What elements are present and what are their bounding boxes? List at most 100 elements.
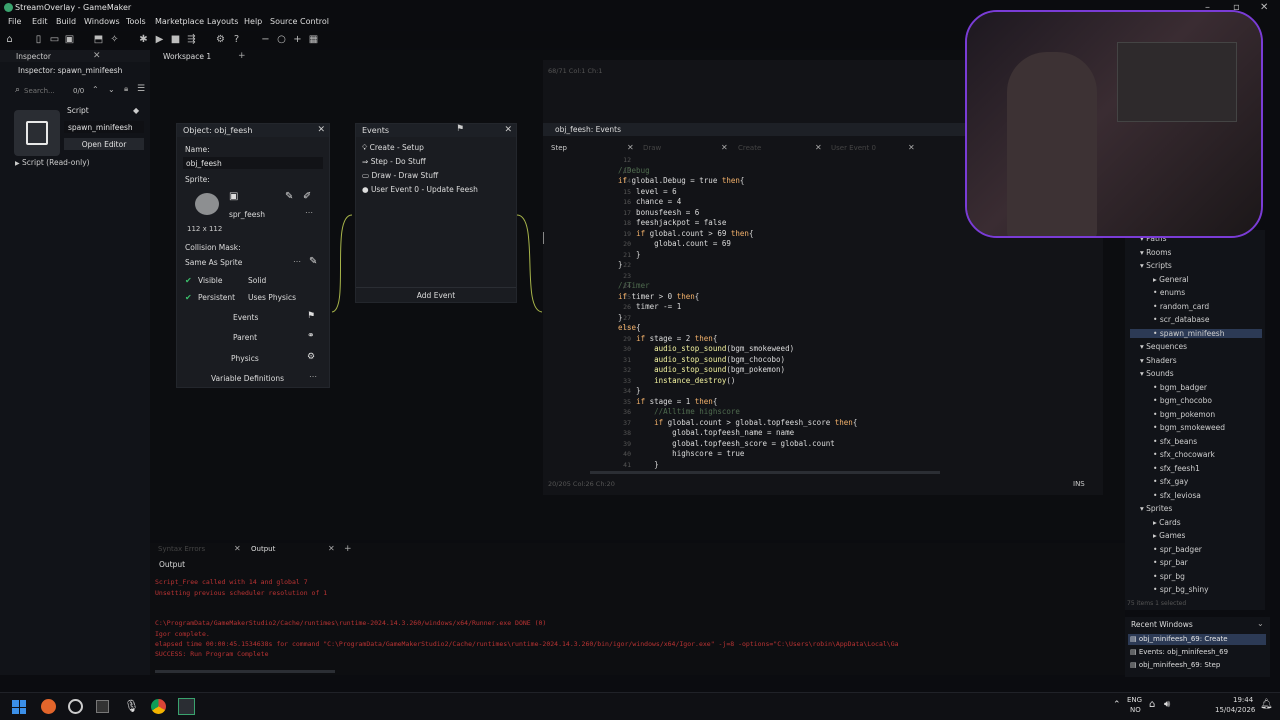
event-item-draw[interactable]: ▭ Draw - Draw Stuff <box>362 171 438 180</box>
grid-icon[interactable]: ▦ <box>308 34 319 45</box>
language-indicator[interactable]: ENG <box>1127 696 1142 704</box>
asset-item[interactable]: • sfx_gay <box>1153 477 1188 486</box>
code-line[interactable]: else{ <box>618 323 641 332</box>
events-close-icon[interactable]: ✕ <box>504 125 512 135</box>
code-line[interactable]: if global.Debug = true then{ <box>618 176 744 185</box>
gamemaker-taskbar-icon[interactable] <box>178 698 195 715</box>
debug-icon[interactable]: ✱ <box>138 34 149 45</box>
menu-layouts[interactable]: Layouts <box>207 17 238 26</box>
stop-icon[interactable]: ■ <box>170 34 181 45</box>
code-line[interactable]: chance = 4 <box>618 197 681 206</box>
asset-item[interactable]: • spr_badger <box>1153 545 1202 554</box>
uses-physics-label[interactable]: Uses Physics <box>248 293 296 302</box>
solid-label[interactable]: Solid <box>248 276 266 285</box>
asset-item[interactable]: • spr_bar <box>1153 558 1188 567</box>
clock-time[interactable]: 19:44 <box>1233 696 1253 704</box>
settings-app-icon[interactable] <box>68 699 83 714</box>
asset-item[interactable]: • enums <box>1153 288 1185 297</box>
code-line[interactable]: feeshjackpot = false <box>618 218 726 227</box>
tab-draw-close-icon[interactable]: ✕ <box>721 143 728 152</box>
asset-item[interactable]: • spr_bg_shiny <box>1153 585 1209 594</box>
parent-button[interactable]: Parent ⚭ <box>183 331 323 345</box>
asset-item[interactable]: ▸ Cards <box>1153 518 1181 527</box>
collision-edit-icon[interactable]: ✎ <box>309 256 317 267</box>
collision-menu-icon[interactable]: ⋯ <box>293 257 301 266</box>
windows-start-icon[interactable] <box>12 700 26 714</box>
tab-step[interactable]: Step <box>551 144 567 152</box>
tab-user-event-close-icon[interactable]: ✕ <box>908 143 915 152</box>
menu-windows[interactable]: Windows <box>84 17 120 26</box>
new-sprite-icon[interactable]: ▣ <box>229 191 238 202</box>
code-line[interactable]: } <box>618 260 623 269</box>
asset-item[interactable]: ▾ Sounds <box>1140 369 1174 378</box>
code-line[interactable]: timer -= 1 <box>618 302 681 311</box>
open-folder-icon[interactable]: ▭ <box>49 34 60 45</box>
tab-create-close-icon[interactable]: ✕ <box>815 143 822 152</box>
output-scrollbar[interactable] <box>155 670 335 673</box>
recent-item-2[interactable]: ▤ obj_minifeesh_69: Step <box>1130 661 1220 669</box>
run-icon[interactable]: ▶ <box>154 34 165 45</box>
lock-icon[interactable]: 🔒︎ <box>124 84 128 94</box>
code-line[interactable]: //Timer <box>618 281 650 290</box>
collision-select[interactable]: Same As Sprite <box>185 258 242 267</box>
events-button[interactable]: Events ⚑ <box>183 311 323 325</box>
create-exe-icon[interactable]: ⇶ <box>186 34 197 45</box>
clean-icon[interactable]: ✧ <box>109 34 120 45</box>
tag-icon[interactable]: ◆ <box>133 106 139 115</box>
code-line[interactable]: bonusfeesh = 6 <box>618 208 699 217</box>
add-tab-icon[interactable]: + <box>344 544 352 554</box>
close-icon[interactable]: ✕ <box>1260 2 1268 13</box>
volume-icon[interactable]: 🔊︎ <box>1164 699 1170 710</box>
asset-item[interactable]: • spr_bg <box>1153 572 1185 581</box>
event-item-step[interactable]: ⇒ Step - Do Stuff <box>362 157 426 166</box>
asset-item[interactable]: • bgm_pokemon <box>1153 410 1215 419</box>
asset-item[interactable]: ▾ Sequences <box>1140 342 1187 351</box>
sprite-menu-icon[interactable]: ⋯ <box>305 208 313 217</box>
inspector-close-icon[interactable]: ✕ <box>93 51 101 61</box>
code-line[interactable]: //Debug <box>618 166 650 175</box>
asset-item[interactable]: • sfx_chocowark <box>1153 450 1215 459</box>
tab-draw[interactable]: Draw <box>643 144 661 152</box>
code-line[interactable]: highscore = true <box>618 449 744 458</box>
output-close-icon[interactable]: ✕ <box>328 544 335 553</box>
code-line[interactable]: if global.count > global.topfeesh_score … <box>618 418 857 427</box>
tab-output[interactable]: Output <box>251 545 275 553</box>
chrome-icon[interactable] <box>151 699 166 714</box>
chevron-up-icon[interactable]: ⌃ <box>92 85 99 94</box>
pencil-icon[interactable]: ✐ <box>303 191 311 202</box>
asset-item[interactable]: • sfx_beans <box>1153 437 1197 446</box>
code-line[interactable]: } <box>618 460 659 469</box>
persistent-check-icon[interactable]: ✔ <box>185 293 192 302</box>
asset-item[interactable]: • spawn_minifeesh <box>1130 328 1262 338</box>
asset-item[interactable]: ▸ Games <box>1153 531 1185 540</box>
asset-item[interactable]: ▾ Sprites <box>1140 504 1172 513</box>
help-icon[interactable]: ? <box>231 34 242 45</box>
code-line[interactable]: if stage = 1 then{ <box>618 397 717 406</box>
code-line[interactable]: audio_stop_sound(bgm_pokemon) <box>618 365 785 374</box>
chevron-down-icon[interactable]: ⌄ <box>108 85 115 94</box>
recent-collapse-icon[interactable]: ⌄ <box>1257 619 1264 628</box>
inspector-tab[interactable]: Inspector <box>16 52 51 61</box>
tab-syntax-errors[interactable]: Syntax Errors <box>158 545 205 553</box>
sprite-name[interactable]: spr_feesh <box>229 210 265 219</box>
code-line[interactable]: } <box>618 386 641 395</box>
open-editor-button[interactable]: Open Editor <box>64 138 144 150</box>
zoom-out-icon[interactable]: − <box>260 34 271 45</box>
asset-item[interactable]: ▸ General <box>1153 275 1189 284</box>
menu-icon[interactable]: ☰ <box>137 84 145 94</box>
inspector-search-input[interactable] <box>24 85 70 96</box>
zoom-in-icon[interactable]: + <box>292 34 303 45</box>
home-icon[interactable]: ⌂ <box>4 34 15 45</box>
asset-item[interactable]: • scr_database <box>1153 315 1209 324</box>
code-line[interactable]: global.count = 69 <box>618 239 731 248</box>
tab-user-event[interactable]: User Event 0 <box>831 144 876 152</box>
code-line[interactable]: } <box>618 313 623 322</box>
tab-create[interactable]: Create <box>738 144 761 152</box>
edit-sprite-icon[interactable]: ✎ <box>285 191 293 202</box>
add-workspace-icon[interactable]: + <box>238 51 246 61</box>
workspace-tab[interactable]: Workspace 1 <box>163 52 211 61</box>
zoom-reset-icon[interactable]: ○ <box>276 34 287 45</box>
code-line[interactable]: level = 6 <box>618 187 677 196</box>
code-line[interactable]: global.topfeesh_score = global.count <box>618 439 835 448</box>
physics-button[interactable]: Physics ⚙ <box>183 352 323 366</box>
